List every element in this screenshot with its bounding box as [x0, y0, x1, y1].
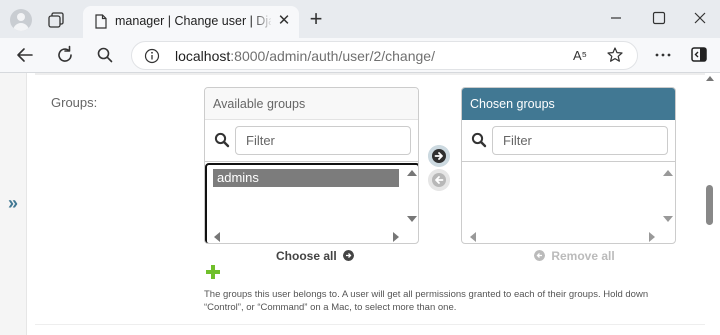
favorite-star-icon[interactable]	[606, 46, 624, 64]
minimize-icon[interactable]	[606, 10, 626, 26]
scroll-down-icon[interactable]	[407, 215, 417, 223]
scroll-right-icon[interactable]	[392, 232, 400, 242]
more-icon[interactable]	[653, 50, 673, 60]
choose-all-arrow-icon	[343, 250, 355, 261]
available-groups-title: Available groups	[205, 88, 418, 120]
choose-all-link[interactable]: Choose all	[276, 249, 355, 263]
filter-search-icon	[471, 132, 487, 148]
new-tab-button[interactable]: +	[306, 8, 326, 30]
tab-title: manager | Change user | Django site admi…	[115, 14, 271, 28]
selector-move-buttons	[428, 145, 450, 191]
groups-label: Groups:	[51, 95, 98, 110]
reload-icon[interactable]	[53, 43, 77, 67]
admin-page: » Groups: Available groups Filter admins	[0, 73, 720, 335]
chosen-filter-input[interactable]: Filter	[492, 126, 668, 155]
scroll-up-icon[interactable]	[663, 169, 673, 177]
scroll-left-icon[interactable]	[213, 232, 221, 242]
add-plus-icon[interactable]	[205, 264, 221, 280]
available-filter-row: Filter	[205, 120, 418, 162]
remove-arrow-icon[interactable]	[428, 169, 450, 191]
scroll-right-icon[interactable]	[648, 232, 656, 242]
tab-actions-icon[interactable]	[47, 11, 65, 29]
groups-help-text: The groups this user belongs to. A user …	[204, 289, 649, 313]
scroll-up-icon[interactable]	[706, 75, 714, 81]
info-icon[interactable]	[144, 48, 160, 64]
scroll-up-icon[interactable]	[407, 169, 417, 177]
back-icon[interactable]	[13, 43, 37, 67]
scroll-left-icon[interactable]	[469, 232, 477, 242]
url-text: localhost:8000/admin/auth/user/2/change/	[175, 48, 435, 64]
navigation-bar: localhost:8000/admin/auth/user/2/change/…	[0, 38, 720, 73]
chosen-groups-title: Chosen groups	[462, 88, 675, 120]
tab-strip: manager | Change user | Django site admi…	[0, 0, 720, 38]
remove-all-link[interactable]: Remove all	[534, 249, 615, 263]
close-tab-icon[interactable]: ✕	[276, 13, 292, 29]
close-window-icon[interactable]	[692, 10, 708, 26]
address-bar[interactable]: localhost:8000/admin/auth/user/2/change/…	[131, 41, 638, 70]
search-icon[interactable]	[93, 43, 117, 67]
filter-search-icon	[214, 132, 230, 148]
chosen-groups-select[interactable]	[462, 163, 675, 243]
read-aloud-icon[interactable]: A⁵	[573, 48, 591, 64]
sidebar-icon[interactable]	[691, 47, 707, 62]
chosen-filter-row: Filter	[462, 120, 675, 162]
document-icon	[95, 14, 107, 29]
available-groups-select[interactable]: admins	[205, 163, 418, 243]
active-tab[interactable]: manager | Change user | Django site admi…	[83, 6, 299, 38]
available-filter-input[interactable]: Filter	[235, 126, 411, 155]
divider	[35, 73, 705, 75]
remove-all-arrow-icon	[534, 250, 545, 261]
chosen-groups-box: Chosen groups Filter	[461, 87, 676, 244]
group-option-admins[interactable]: admins	[213, 169, 399, 187]
maximize-icon[interactable]	[651, 10, 667, 26]
toggle-nav-sidebar-button[interactable]: »	[8, 193, 18, 214]
add-arrow-icon[interactable]	[428, 145, 450, 167]
scrollbar-thumb[interactable]	[706, 185, 713, 225]
available-groups-box: Available groups Filter admins	[204, 87, 419, 244]
scroll-down-icon[interactable]	[663, 215, 673, 223]
profile-icon[interactable]	[10, 9, 32, 31]
page-scrollbar[interactable]	[704, 73, 716, 335]
divider	[35, 324, 705, 325]
nav-sidebar-collapsed: »	[0, 73, 27, 335]
